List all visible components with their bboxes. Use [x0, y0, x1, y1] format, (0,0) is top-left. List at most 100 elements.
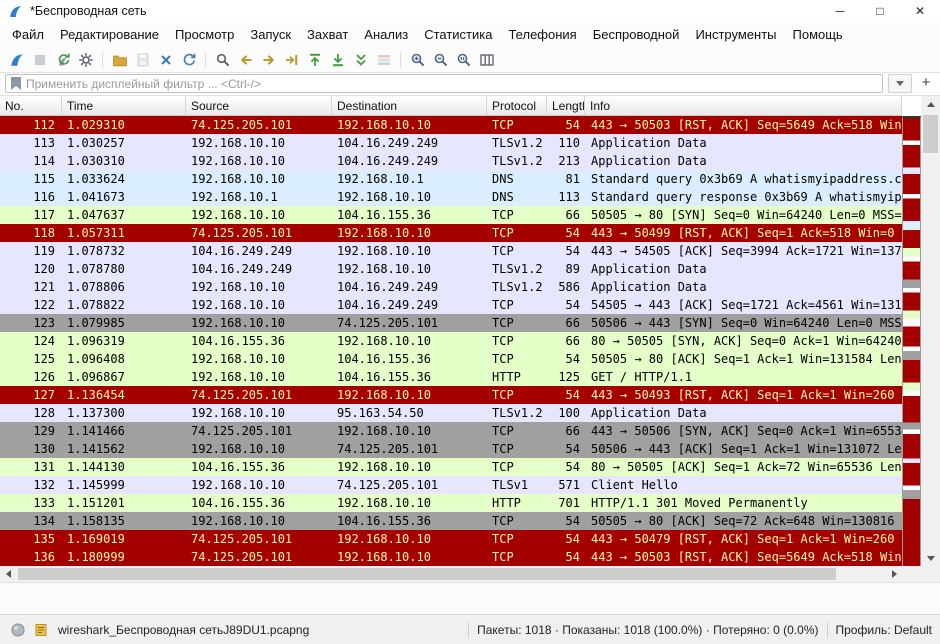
display-filter-input[interactable] [26, 75, 882, 92]
scroll-right-icon[interactable] [886, 566, 902, 582]
packet-row-115[interactable]: 1151.033624192.168.10.10192.168.10.1DNS8… [0, 170, 902, 188]
capture-comment-icon[interactable] [31, 620, 51, 640]
menu-item-11[interactable]: Помощь [785, 24, 851, 45]
packet-row-133[interactable]: 1331.151201104.16.155.36192.168.10.10HTT… [0, 494, 902, 512]
cell-time: 1.078780 [62, 260, 186, 278]
menu-item-9[interactable]: Беспроводной [585, 24, 688, 45]
minimize-button[interactable]: ─ [820, 0, 860, 22]
packet-row-135[interactable]: 1351.16901974.125.205.101192.168.10.10TC… [0, 530, 902, 548]
scroll-down-icon[interactable] [921, 550, 940, 566]
cell-src: 104.16.155.36 [186, 458, 332, 476]
horizontal-scroll-thumb[interactable] [18, 568, 836, 580]
cell-len: 54 [547, 512, 585, 530]
column-header-time[interactable]: Time [62, 96, 186, 116]
menu-item-2[interactable]: Редактирование [52, 24, 167, 45]
cell-proto: TLSv1.2 [487, 152, 547, 170]
vertical-scroll-track[interactable] [921, 112, 940, 550]
go-last-icon[interactable] [326, 49, 349, 71]
close-button[interactable]: ✕ [900, 0, 940, 22]
forward-arrow-icon[interactable] [257, 49, 280, 71]
stop-capture-icon[interactable] [28, 49, 51, 71]
restart-capture-icon[interactable] [51, 49, 74, 71]
cell-no: 134 [0, 512, 62, 530]
resize-columns-icon[interactable] [475, 49, 498, 71]
capture-options-icon[interactable] [74, 49, 97, 71]
packet-row-125[interactable]: 1251.096408192.168.10.10104.16.155.36TCP… [0, 350, 902, 368]
menu-item-3[interactable]: Просмотр [167, 24, 242, 45]
maximize-button[interactable]: □ [860, 0, 900, 22]
vertical-scroll-thumb[interactable] [923, 115, 938, 153]
horizontal-scrollbar[interactable] [0, 566, 902, 582]
menu-item-10[interactable]: Инструменты [687, 24, 784, 45]
find-packet-icon[interactable] [211, 49, 234, 71]
packet-row-127[interactable]: 1271.13645474.125.205.101192.168.10.10TC… [0, 386, 902, 404]
colorize-icon[interactable] [372, 49, 395, 71]
cell-info: Standard query response 0x3b69 A whatism… [585, 188, 902, 206]
packet-row-119[interactable]: 1191.078732104.16.249.249192.168.10.10TC… [0, 242, 902, 260]
expert-info-icon[interactable] [8, 620, 28, 640]
open-file-icon[interactable] [108, 49, 131, 71]
cell-info: 50505 → 80 [ACK] Seq=72 Ack=648 Win=1308… [585, 512, 902, 530]
cell-info: 80 → 50505 [ACK] Seq=1 Ack=72 Win=65536 … [585, 458, 902, 476]
menu-item-6[interactable]: Анализ [356, 24, 416, 45]
packet-row-131[interactable]: 1311.144130104.16.155.36192.168.10.10TCP… [0, 458, 902, 476]
horizontal-scroll-track[interactable] [16, 566, 886, 582]
cell-time: 1.151201 [62, 494, 186, 512]
packet-row-122[interactable]: 1221.078822192.168.10.10104.16.249.249TC… [0, 296, 902, 314]
goto-packet-icon[interactable] [280, 49, 303, 71]
column-header-proto[interactable]: Protocol [487, 96, 547, 116]
packet-row-118[interactable]: 1181.05731174.125.205.101192.168.10.10TC… [0, 224, 902, 242]
cell-dst: 104.16.155.36 [332, 512, 487, 530]
menu-item-8[interactable]: Телефония [500, 24, 584, 45]
column-header-dst[interactable]: Destination [332, 96, 487, 116]
cell-time: 1.078822 [62, 296, 186, 314]
go-first-icon[interactable] [303, 49, 326, 71]
add-filter-button[interactable]: + [917, 74, 935, 93]
menu-item-7[interactable]: Статистика [416, 24, 500, 45]
zoom-out-icon[interactable] [429, 49, 452, 71]
start-capture-icon[interactable] [5, 49, 28, 71]
column-header-src[interactable]: Source [186, 96, 332, 116]
packet-row-130[interactable]: 1301.141562192.168.10.1074.125.205.101TC… [0, 440, 902, 458]
save-file-icon[interactable] [131, 49, 154, 71]
menu-item-4[interactable]: Запуск [242, 24, 299, 45]
packet-row-117[interactable]: 1171.047637192.168.10.10104.16.155.36TCP… [0, 206, 902, 224]
packet-row-124[interactable]: 1241.096319104.16.155.36192.168.10.10TCP… [0, 332, 902, 350]
vertical-scrollbar[interactable] [921, 96, 940, 566]
filter-bookmark-icon[interactable] [11, 77, 21, 90]
packet-row-114[interactable]: 1141.030310192.168.10.10104.16.249.249TL… [0, 152, 902, 170]
profile-label[interactable]: Профиль: Default [836, 623, 933, 637]
packet-row-112[interactable]: 1121.02931074.125.205.101192.168.10.10TC… [0, 116, 902, 134]
scroll-left-icon[interactable] [0, 566, 16, 582]
display-filter-field[interactable] [5, 74, 883, 93]
menu-item-1[interactable]: Файл [4, 24, 52, 45]
cell-src: 192.168.10.1 [186, 188, 332, 206]
packet-row-129[interactable]: 1291.14146674.125.205.101192.168.10.10TC… [0, 422, 902, 440]
column-header-no[interactable]: No. [0, 96, 62, 116]
packet-row-126[interactable]: 1261.096867192.168.10.10104.16.155.36HTT… [0, 368, 902, 386]
cell-dst: 192.168.10.10 [332, 332, 487, 350]
packet-row-120[interactable]: 1201.078780104.16.249.249192.168.10.10TL… [0, 260, 902, 278]
reload-icon[interactable] [177, 49, 200, 71]
packet-row-134[interactable]: 1341.158135192.168.10.10104.16.155.36TCP… [0, 512, 902, 530]
packet-row-113[interactable]: 1131.030257192.168.10.10104.16.249.249TL… [0, 134, 902, 152]
packet-row-132[interactable]: 1321.145999192.168.10.1074.125.205.101TL… [0, 476, 902, 494]
packet-row-123[interactable]: 1231.079985192.168.10.1074.125.205.101TC… [0, 314, 902, 332]
back-arrow-icon[interactable] [234, 49, 257, 71]
close-file-icon[interactable] [154, 49, 177, 71]
scroll-up-icon[interactable] [921, 96, 940, 112]
zoom-in-icon[interactable] [406, 49, 429, 71]
intelligent-scrollbar-minimap[interactable] [902, 116, 921, 566]
packet-row-136[interactable]: 1361.18099974.125.205.101192.168.10.10TC… [0, 548, 902, 566]
column-header-info[interactable]: Info [585, 96, 902, 116]
zoom-reset-icon[interactable] [452, 49, 475, 71]
filter-expression-dropdown-icon[interactable] [888, 74, 912, 93]
column-header-len[interactable]: Length [547, 96, 585, 116]
menu-item-5[interactable]: Захват [299, 24, 356, 45]
cell-info: 443 → 50503 [RST, ACK] Seq=5649 Ack=518 … [585, 116, 902, 134]
packet-row-128[interactable]: 1281.137300192.168.10.1095.163.54.50TLSv… [0, 404, 902, 422]
auto-scroll-icon[interactable] [349, 49, 372, 71]
cell-src: 192.168.10.10 [186, 206, 332, 224]
packet-row-116[interactable]: 1161.041673192.168.10.1192.168.10.10DNS1… [0, 188, 902, 206]
packet-row-121[interactable]: 1211.078806192.168.10.10104.16.249.249TL… [0, 278, 902, 296]
